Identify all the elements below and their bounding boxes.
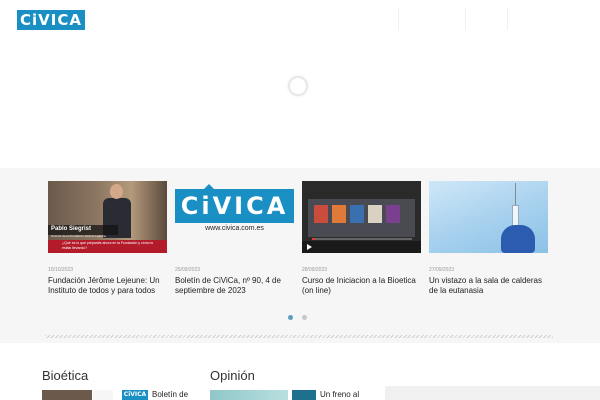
- nav-divider: [398, 8, 399, 30]
- video-tile: [368, 205, 382, 223]
- interview-question: ¿Qué es lo que preparáis ahora en la Fun…: [48, 240, 167, 253]
- card-date: 28/09/2023: [302, 267, 328, 273]
- card-thumbnail[interactable]: CiVICA www.civica.com.es: [175, 181, 294, 253]
- video-tile: [386, 205, 400, 223]
- card-title-link[interactable]: Boletín de CiViCa, nº 90, 4 de septiembr…: [175, 276, 294, 296]
- carousel-pagination: [288, 315, 308, 321]
- play-icon[interactable]: [307, 244, 312, 250]
- carousel-card[interactable]: CiVICA www.civica.com.es 25/09/2023 Bole…: [175, 181, 294, 296]
- syringe-needle: [515, 183, 516, 205]
- card-thumbnail[interactable]: [302, 181, 421, 253]
- card-title-link[interactable]: Curso de Iniciacion a la Bioetica (on li…: [302, 276, 421, 296]
- bioetica-thumb-interview[interactable]: [42, 390, 92, 400]
- card-title-link[interactable]: Fundación Jérôme Lejeune: Un Instituto d…: [48, 276, 167, 296]
- video-tile: [314, 205, 328, 223]
- opinion-thumb-1[interactable]: [210, 390, 288, 400]
- nav-divider: [465, 8, 466, 30]
- video-tile: [332, 205, 346, 223]
- section-title-opinion[interactable]: Opinión: [210, 368, 255, 384]
- carousel-card[interactable]: 27/09/2023 Un vistazo a la sala de calde…: [429, 181, 548, 296]
- card-title-link[interactable]: Un vistazo a la sala de calderas de la e…: [429, 276, 548, 296]
- bioetica-teaser-link[interactable]: Boletín de: [152, 390, 188, 400]
- logo-text: CiVICA: [180, 192, 289, 220]
- interviewee-head: [110, 184, 123, 199]
- interviewee-role: Director de la Fundación Jérôme Lejeune: [51, 234, 107, 238]
- section-divider: [45, 335, 553, 338]
- carousel-card[interactable]: 28/09/2023 Curso de Iniciacion a la Bioe…: [302, 181, 421, 296]
- video-progress-fill: [312, 238, 315, 240]
- hero-slider: [0, 40, 600, 168]
- logo-url: www.civica.com.es: [205, 225, 264, 232]
- gloved-hand: [501, 225, 535, 253]
- bioetica-thumb-gap: [93, 390, 113, 400]
- civica-logo-image: CiVICA: [175, 189, 294, 223]
- video-progress-bar[interactable]: [312, 238, 412, 240]
- video-tile: [350, 205, 364, 223]
- card-thumbnail[interactable]: [429, 181, 548, 253]
- opinion-teaser-link[interactable]: Un freno al: [320, 390, 359, 400]
- logo-text: CiVICA: [20, 11, 82, 29]
- sidebar-widget: [385, 386, 600, 400]
- interviewee-name: Pablo Siegrist: [51, 226, 92, 232]
- card-date: 27/09/2023: [429, 267, 455, 273]
- bioetica-thumb-logo[interactable]: CiVICA: [122, 390, 148, 400]
- card-date: 10/10/2023: [48, 267, 74, 273]
- site-logo[interactable]: CiVICA: [17, 10, 85, 30]
- news-carousel: Pablo Siegrist Director de la Fundación …: [0, 168, 600, 343]
- opinion-thumb-2[interactable]: [292, 390, 316, 400]
- pagination-dot-active[interactable]: [288, 315, 293, 320]
- section-title-bioetica[interactable]: Bioética: [42, 368, 88, 384]
- card-date: 25/09/2023: [175, 267, 201, 273]
- loading-spinner-icon: [288, 76, 308, 96]
- nav-divider: [507, 8, 508, 30]
- card-thumbnail[interactable]: Pablo Siegrist Director de la Fundación …: [48, 181, 167, 253]
- pagination-dot[interactable]: [302, 315, 307, 320]
- carousel-card[interactable]: Pablo Siegrist Director de la Fundación …: [48, 181, 167, 296]
- video-controls: [302, 241, 421, 253]
- site-header: CiVICA: [0, 0, 600, 40]
